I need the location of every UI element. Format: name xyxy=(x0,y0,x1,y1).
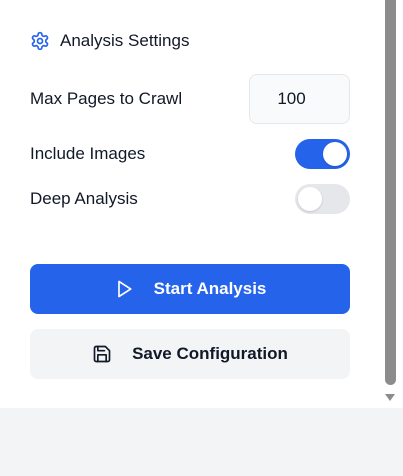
play-icon xyxy=(114,279,134,299)
include-images-row: Include Images xyxy=(30,139,350,169)
toggle-knob xyxy=(298,187,322,211)
panel-title: Analysis Settings xyxy=(60,31,190,50)
scroll-down-arrow-icon[interactable] xyxy=(385,394,395,401)
max-pages-input[interactable] xyxy=(249,74,350,124)
deep-analysis-label: Deep Analysis xyxy=(30,189,138,208)
deep-analysis-row: Deep Analysis xyxy=(30,184,350,214)
vertical-scrollbar[interactable] xyxy=(382,0,403,408)
save-configuration-label: Save Configuration xyxy=(132,344,288,363)
max-pages-label: Max Pages to Crawl xyxy=(30,89,183,108)
settings-panel: Analysis Settings Max Pages to Crawl Inc… xyxy=(0,0,382,408)
deep-analysis-toggle[interactable] xyxy=(295,184,350,214)
start-analysis-label: Start Analysis xyxy=(153,279,267,298)
panel-header: Analysis Settings xyxy=(30,31,189,51)
include-images-toggle[interactable] xyxy=(295,139,350,169)
save-configuration-button[interactable]: Save Configuration xyxy=(30,329,350,379)
save-icon xyxy=(92,344,112,364)
max-pages-row: Max Pages to Crawl xyxy=(30,74,350,124)
toggle-knob xyxy=(323,142,347,166)
gear-icon xyxy=(30,31,50,51)
scrollbar-thumb[interactable] xyxy=(385,0,396,385)
include-images-label: Include Images xyxy=(30,144,146,163)
start-analysis-button[interactable]: Start Analysis xyxy=(30,264,350,314)
